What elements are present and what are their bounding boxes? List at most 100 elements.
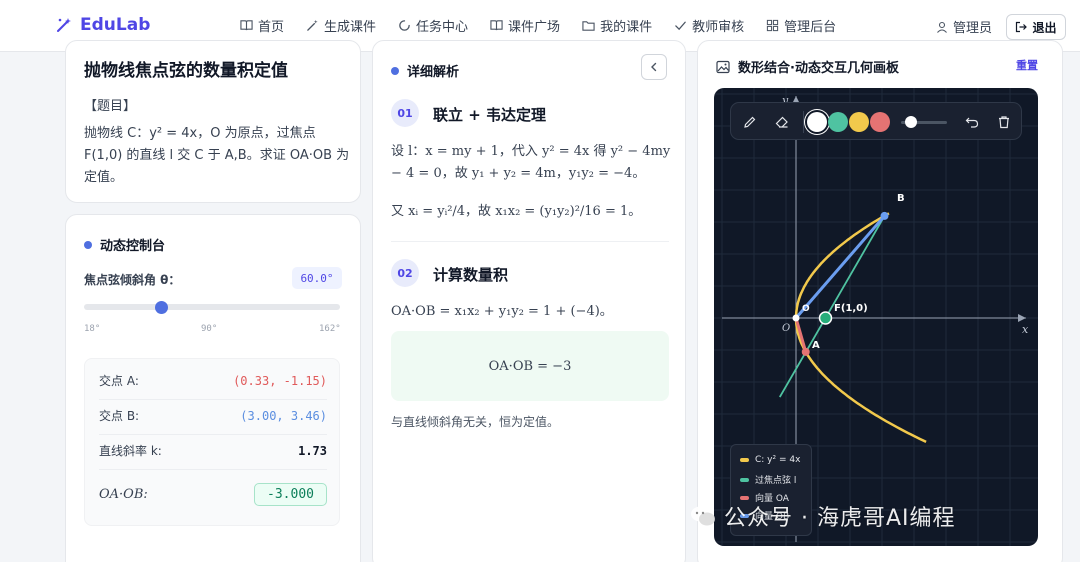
problem-title: 抛物线焦点弦的数量积定值 <box>84 61 288 81</box>
drawing-toolbar <box>730 102 1022 140</box>
slider-tick-min: 18° <box>84 324 101 334</box>
problem-tag: 【题目】 <box>84 99 137 114</box>
legend-item: C: y² = 4x <box>740 455 800 465</box>
analysis-heading: 详细解析 <box>391 61 459 80</box>
watermark-text: 公众号 · 海虎哥AI编程 <box>724 506 956 531</box>
nav-item-tasks[interactable]: 任务中心 <box>398 16 468 35</box>
conclusion-note: 与直线倾斜角无关，恒为定值。 <box>391 415 560 429</box>
legend-swatch <box>740 458 749 462</box>
board-title: 数形结合·动态交互几何画板 <box>738 61 899 76</box>
bullet-dot <box>391 66 399 75</box>
x-axis-label: x <box>1022 323 1029 336</box>
dot-product-value: -3.000 <box>254 483 327 506</box>
nav-label: 首页 <box>258 20 285 35</box>
color-swatch-red[interactable] <box>870 112 890 132</box>
color-swatch-green[interactable] <box>828 112 848 132</box>
origin-top-label: O <box>802 304 810 314</box>
stat-value-a: (0.33, -1.15) <box>233 373 327 388</box>
nav-label: 我的课件 <box>600 20 653 35</box>
pencil-icon[interactable] <box>743 115 757 129</box>
divider <box>99 469 327 470</box>
nav-item-plaza[interactable]: 课件广场 <box>490 16 560 35</box>
nav-label: 任务中心 <box>416 20 469 35</box>
parabola-curve <box>794 212 927 444</box>
trash-icon[interactable] <box>997 115 1011 129</box>
problem-statement: 抛物线 C：y² = 4x，O 为原点，过焦点 F(1,0) 的直线 l 交 C… <box>84 126 350 185</box>
nav-item-generate[interactable]: 生成课件 <box>306 16 376 35</box>
geometry-board-card: 数形结合·动态交互几何画板 重置 x y O O F(1,0) A B C: y… <box>697 40 1063 562</box>
nav-item-my-courseware[interactable]: 我的课件 <box>582 16 652 35</box>
legend-swatch <box>740 477 749 482</box>
analysis-card: 详细解析 01 联立 + 韦达定理 设 l：x = my + 1，代入 y² =… <box>372 40 686 562</box>
reset-button[interactable]: 重置 <box>1016 57 1038 73</box>
brush-size-thumb[interactable] <box>905 116 917 128</box>
nav-label: 生成课件 <box>324 20 377 35</box>
origin-point <box>792 314 800 322</box>
wechat-icon <box>691 506 715 526</box>
toolbar-divider <box>803 111 804 133</box>
nav-item-admin[interactable]: 管理后台 <box>766 16 836 35</box>
point-a[interactable] <box>801 347 810 356</box>
slider-label: 焦点弦倾斜角 θ： <box>84 273 181 287</box>
angle-slider-track[interactable] <box>84 304 340 310</box>
bullet-dot <box>84 240 92 249</box>
legend-item: 过焦点弦 l <box>740 473 796 486</box>
logo-text: EduLab <box>80 15 151 35</box>
logout-icon <box>1016 21 1028 33</box>
spinner-icon <box>399 20 410 31</box>
control-heading-label: 动态控制台 <box>100 239 166 254</box>
step-number: 02 <box>391 259 419 287</box>
book-icon <box>240 20 253 31</box>
eraser-icon[interactable] <box>775 115 789 129</box>
book-icon <box>490 20 503 31</box>
step1-line1: 设 l：x = my + 1，代入 y² = 4x 得 y² − 4my − 4… <box>391 144 671 181</box>
magic-wand-icon <box>307 19 318 31</box>
divider <box>99 399 327 400</box>
logout-label: 退出 <box>1032 20 1057 35</box>
stat-value-slope: 1.73 <box>298 443 327 458</box>
stats-panel: 交点 A: (0.33, -1.15) 交点 B: (3.00, 3.46) 直… <box>84 358 340 526</box>
control-heading: 动态控制台 <box>84 235 165 254</box>
legend-label: C: y² = 4x <box>755 455 801 465</box>
image-icon <box>716 60 730 73</box>
geometry-canvas[interactable]: x y O O F(1,0) A B C: y² = 4x 过焦点弦 l 向量 … <box>714 88 1038 546</box>
point-b[interactable] <box>880 211 889 220</box>
legend-swatch <box>740 495 749 500</box>
color-swatch-yellow[interactable] <box>849 112 869 132</box>
step1-line2: 又 xᵢ = yᵢ²/4，故 x₁x₂ = (y₁y₂)²/16 = 1。 <box>391 204 642 219</box>
stat-label: 交点 A: <box>99 374 139 388</box>
angle-slider-thumb[interactable] <box>154 301 168 314</box>
stat-row-a: 交点 A: (0.33, -1.15) <box>99 372 327 389</box>
undo-icon[interactable] <box>965 115 979 129</box>
check-icon <box>675 21 686 31</box>
user-menu[interactable]: 管理员 <box>936 17 992 36</box>
focus-label: F(1,0) <box>834 303 868 314</box>
user-icon <box>937 21 947 33</box>
step-number: 01 <box>391 99 419 127</box>
step-title: 联立 + 韦达定理 <box>433 106 547 124</box>
board-heading: 数形结合·动态交互几何画板 <box>716 57 899 76</box>
color-swatch-white[interactable] <box>807 112 827 132</box>
nav-item-home[interactable]: 首页 <box>240 16 284 35</box>
stat-value-b: (3.00, 3.46) <box>240 408 327 423</box>
analysis-heading-label: 详细解析 <box>407 65 460 80</box>
divider <box>391 241 669 242</box>
collapse-button[interactable] <box>641 54 667 80</box>
stat-row-b: 交点 B: (3.00, 3.46) <box>99 407 327 424</box>
chevron-left-icon <box>651 62 657 72</box>
watermark: 公众号 · 海虎哥AI编程 <box>690 500 956 532</box>
focus-point[interactable] <box>818 311 833 325</box>
nav-item-review[interactable]: 教师审核 <box>674 16 744 35</box>
logout-button[interactable]: 退出 <box>1006 14 1066 40</box>
step-title: 计算数量积 <box>433 266 509 284</box>
nav-label: 教师审核 <box>692 20 745 35</box>
folder-icon <box>582 21 595 31</box>
nav-label: 课件广场 <box>508 20 561 35</box>
legend-label: 过焦点弦 l <box>755 476 797 486</box>
slider-value-badge: 60.0° <box>292 267 342 289</box>
grid-icon <box>766 19 779 32</box>
logo[interactable]: EduLab <box>55 15 150 35</box>
divider <box>99 434 327 435</box>
nav-label: 管理后台 <box>784 20 837 35</box>
slider-tick-mid: 90° <box>201 324 218 334</box>
